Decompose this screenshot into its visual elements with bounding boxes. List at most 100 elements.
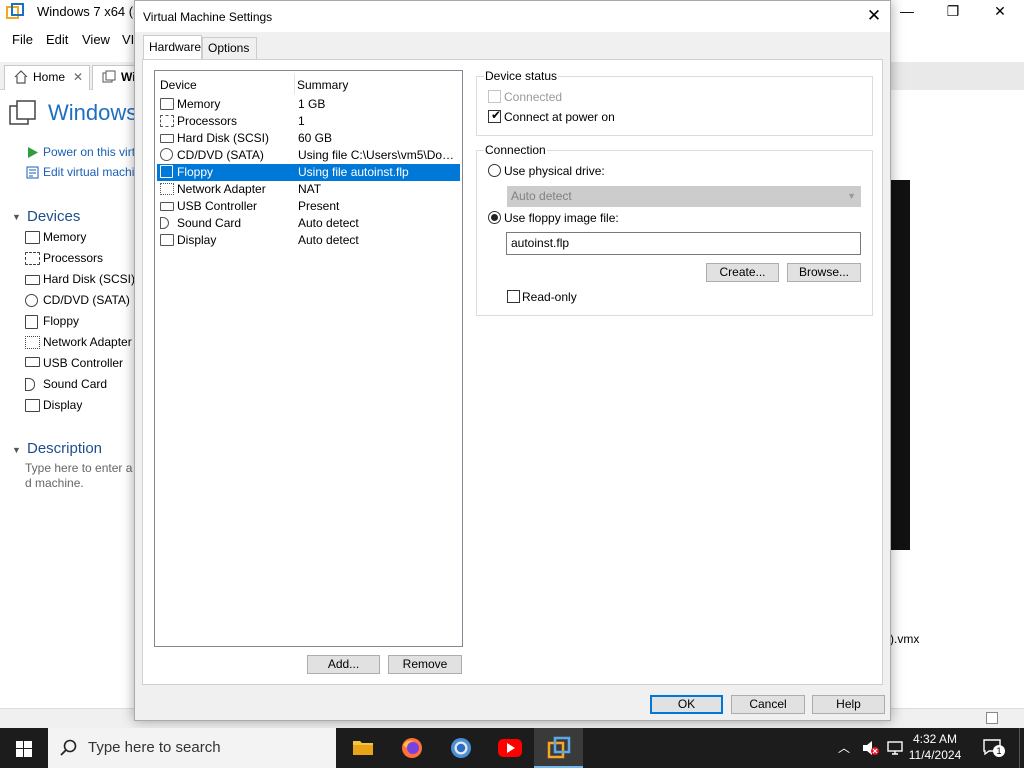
physical-drive-select[interactable]: Auto detect ▼	[507, 186, 861, 207]
connection-legend: Connection	[484, 143, 547, 157]
bg-device-network[interactable]: Network Adapter	[43, 335, 132, 349]
youtube-taskbar-button[interactable]	[485, 728, 534, 768]
vmware-icon	[547, 736, 571, 759]
bg-device-floppy[interactable]: Floppy	[43, 314, 79, 328]
bg-device-display[interactable]: Display	[43, 398, 82, 412]
memory-icon	[160, 98, 174, 110]
network-icon	[160, 183, 174, 195]
bg-device-usb[interactable]: USB Controller	[43, 356, 123, 370]
chrome-icon	[451, 738, 471, 758]
devices-collapse-icon[interactable]: ▼	[12, 212, 21, 222]
close-icon[interactable]: ✕	[977, 0, 1023, 24]
home-icon	[14, 70, 28, 84]
volume-muted-icon[interactable]	[862, 740, 880, 756]
dialog-close-icon[interactable]: ✕	[862, 5, 886, 27]
memory-icon	[25, 231, 40, 244]
device-name: Hard Disk (SCSI)	[177, 131, 270, 145]
floppy-image-radio[interactable]	[488, 211, 501, 224]
windows-logo-icon	[16, 741, 32, 757]
column-header-device[interactable]: Device	[160, 78, 197, 92]
device-row-sound[interactable]: Sound Card Auto detect	[157, 215, 460, 232]
notification-center-icon[interactable]: 1	[983, 739, 1005, 757]
device-row-usb[interactable]: USB Controller Present	[157, 198, 460, 215]
bg-device-processors[interactable]: Processors	[43, 251, 103, 265]
firefox-icon	[402, 738, 422, 758]
connection-group: Connection Use physical drive: Auto dete…	[476, 143, 873, 316]
tab-vm[interactable]: Wi	[92, 65, 137, 90]
browse-floppy-button[interactable]: Browse...	[787, 263, 861, 282]
description-placeholder[interactable]: Type here to enter a d machine.	[25, 461, 135, 491]
bg-device-hard-disk[interactable]: Hard Disk (SCSI)	[43, 272, 135, 286]
connected-label: Connected	[504, 90, 563, 104]
processor-icon	[25, 252, 40, 265]
read-only-checkbox[interactable]	[507, 290, 520, 303]
tab-hardware[interactable]: Hardware	[143, 35, 202, 59]
taskbar: Type here to search ︿ 4:32 AM 11/4/2024	[0, 728, 1024, 768]
device-row-network[interactable]: Network Adapter NAT	[157, 181, 460, 198]
edit-settings-icon	[26, 166, 39, 179]
device-row-floppy[interactable]: Floppy Using file autoinst.flp	[157, 164, 460, 181]
chrome-taskbar-button[interactable]	[436, 728, 485, 768]
device-name: Floppy	[177, 165, 214, 179]
device-status-legend: Device status	[484, 69, 559, 83]
device-name: USB Controller	[177, 199, 258, 213]
device-name: Sound Card	[177, 216, 242, 230]
device-summary: 60 GB	[298, 131, 333, 145]
device-row-processors[interactable]: Processors 1	[157, 113, 460, 130]
column-separator[interactable]	[294, 74, 295, 94]
device-summary: Using file C:\Users\vm5\Down...	[298, 148, 458, 162]
floppy-image-path-input[interactable]: autoinst.flp	[506, 232, 861, 255]
physical-drive-label: Use physical drive:	[504, 164, 605, 178]
connected-checkbox[interactable]	[488, 90, 501, 103]
column-header-summary[interactable]: Summary	[297, 78, 348, 92]
vmware-taskbar-button[interactable]	[534, 728, 583, 768]
description-heading[interactable]: Description	[27, 440, 102, 457]
start-button[interactable]	[0, 728, 48, 768]
menu-file[interactable]: File	[12, 32, 33, 47]
menu-view[interactable]: View	[82, 32, 110, 47]
device-summary: Auto detect	[298, 216, 359, 230]
help-button[interactable]: Help	[812, 695, 885, 714]
vmware-app-icon	[6, 3, 24, 19]
device-row-cd-dvd[interactable]: CD/DVD (SATA) Using file C:\Users\vm5\Do…	[157, 147, 460, 164]
devices-heading[interactable]: Devices	[27, 208, 80, 225]
youtube-icon	[498, 739, 522, 757]
vm-screen-preview[interactable]	[890, 180, 910, 550]
create-floppy-button[interactable]: Create...	[706, 263, 779, 282]
clock-time: 4:32 AM	[912, 732, 958, 746]
bg-device-memory[interactable]: Memory	[43, 230, 86, 244]
power-on-link[interactable]: Power on this virt	[43, 145, 135, 159]
device-list[interactable]: Device Summary Memory 1 GB Processors 1 …	[154, 70, 463, 647]
dialog-titlebar: Virtual Machine Settings ✕	[135, 1, 890, 32]
tab-home[interactable]: Home ✕	[4, 65, 90, 90]
close-tab-icon[interactable]: ✕	[73, 66, 83, 88]
device-row-hard-disk[interactable]: Hard Disk (SCSI) 60 GB	[157, 130, 460, 147]
device-row-memory[interactable]: Memory 1 GB	[157, 96, 460, 113]
menu-edit[interactable]: Edit	[46, 32, 68, 47]
device-summary: 1 GB	[298, 97, 326, 111]
taskbar-clock[interactable]: 4:32 AM 11/4/2024	[905, 731, 965, 763]
vm-tab-icon	[102, 70, 116, 83]
file-explorer-taskbar-button[interactable]	[338, 728, 387, 768]
status-message-icon[interactable]	[986, 712, 998, 724]
physical-drive-radio[interactable]	[488, 164, 501, 177]
tab-options[interactable]: Options	[202, 37, 257, 59]
restore-icon[interactable]: ❐	[930, 0, 976, 24]
network-status-icon[interactable]	[886, 740, 904, 756]
device-row-display[interactable]: Display Auto detect	[157, 232, 460, 249]
remove-device-button[interactable]: Remove	[388, 655, 462, 674]
bg-device-cd-dvd[interactable]: CD/DVD (SATA)	[43, 293, 130, 307]
connect-at-power-on-checkbox[interactable]: ✔	[488, 108, 501, 123]
edit-settings-link[interactable]: Edit virtual machi	[43, 165, 134, 179]
firefox-taskbar-button[interactable]	[387, 728, 436, 768]
ok-button[interactable]: OK	[650, 695, 723, 714]
bg-device-sound[interactable]: Sound Card	[43, 377, 107, 391]
show-hidden-icons-chevron-icon[interactable]: ︿	[838, 739, 850, 756]
menu-vm[interactable]: VI	[122, 32, 134, 47]
cancel-button[interactable]: Cancel	[731, 695, 805, 714]
sound-icon	[25, 378, 35, 391]
show-desktop-button[interactable]	[1019, 728, 1024, 768]
add-device-button[interactable]: Add...	[307, 655, 380, 674]
taskbar-search-box[interactable]: Type here to search	[48, 728, 336, 768]
description-collapse-icon[interactable]: ▼	[12, 445, 21, 455]
